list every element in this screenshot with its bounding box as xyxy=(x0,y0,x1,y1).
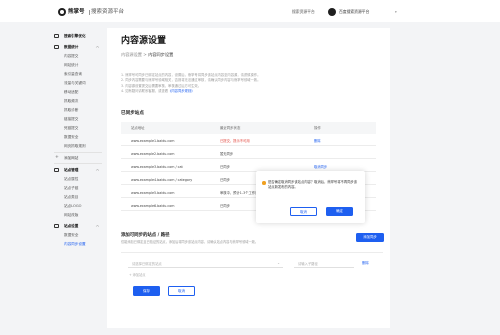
sidebar-item[interactable]: 流量与关键词 xyxy=(50,79,107,87)
sidebar-group-data[interactable]: 数据统计 ︿ xyxy=(50,43,107,51)
row-action-link[interactable]: 删除 xyxy=(314,139,321,143)
sidebar-item[interactable]: 移动适配 xyxy=(50,88,107,96)
breadcrumb: 内容源设置 > 内容同步设置 xyxy=(121,52,173,57)
cancel-sync-popover: 是否确定取消同步该站点内容？取消后，熊掌号将不再同步该站点新发布的内容。 取消 … xyxy=(256,171,365,223)
sync-status: 已同步 xyxy=(220,164,230,169)
sidebar-divider xyxy=(54,152,102,153)
rules-link[interactable]: 《内容同步规则》 xyxy=(168,89,194,93)
sidebar-group-settings[interactable]: 站点设置 ︿ xyxy=(50,222,107,230)
page: 熊掌号 搜索资源平台 搜索资源平台 百度搜索资源平台 ▾ 搜索引擎优化 数据统计… xyxy=(0,0,500,335)
popover-message: 是否确定取消同步该站点内容？取消后，熊掌号将不再同步该站点新发布的内容。 xyxy=(268,180,358,190)
site-url: www.example2.baidu.com xyxy=(131,151,175,156)
brand-name[interactable]: 熊掌号 xyxy=(68,9,85,16)
notice-list: 1. 熊掌号可同步已绑定站点的内容，设置后，熊掌号将同步该站点内容至内容源，请谨… xyxy=(121,73,371,95)
chevron-down-icon: ⌄ xyxy=(277,260,280,265)
sidebar-item[interactable]: 内容提交 xyxy=(50,52,107,60)
sync-status: 暂无同步 xyxy=(220,151,234,156)
table-row: www.example2.baidu.com 暂无同步 xyxy=(121,148,376,159)
chevron-down-icon[interactable]: ▾ xyxy=(395,10,397,14)
sidebar: 搜索引擎优化 数据统计 ︿ 内容提交 网站统计 索引量查询 流量与关键词 移动适… xyxy=(50,28,107,278)
site-select[interactable]: 请选择已绑定的站点 ⌄ xyxy=(128,259,283,268)
sidebar-group-site[interactable]: 站点管理 ︿ xyxy=(50,166,107,174)
chevron-up-icon[interactable]: ︿ xyxy=(96,44,99,48)
path-input[interactable]: 请输入子路径 xyxy=(294,259,354,268)
sidebar-item[interactable]: 站点LOGO xyxy=(50,202,107,210)
header-user-name[interactable]: 百度搜索资源平台 xyxy=(339,9,369,15)
avatar[interactable] xyxy=(328,8,336,16)
sidebar-group-seo[interactable]: 搜索引擎优化 xyxy=(50,32,107,40)
site-url: www.example1.baidu.com xyxy=(131,138,175,143)
notice-line: 4. 如有疑问请联系客服，或查看《内容同步规则》 xyxy=(121,89,195,94)
save-button[interactable]: 保存 xyxy=(133,286,160,296)
sync-status: 已同步 xyxy=(220,177,230,182)
sidebar-item[interactable]: 网站改版 xyxy=(50,211,107,219)
page-title: 内容源设置 xyxy=(121,36,167,46)
brand-divider xyxy=(88,9,90,15)
plus-icon: + xyxy=(55,155,59,160)
sync-status: 已同步 xyxy=(220,203,230,208)
logo-icon[interactable] xyxy=(58,8,66,16)
home-icon xyxy=(54,33,59,38)
sidebar-item-content-sync[interactable]: 内容同步设置 xyxy=(50,240,107,248)
site-url: www.example5.baidu.com xyxy=(131,190,175,195)
popover-confirm-button[interactable]: 确定 xyxy=(326,207,353,216)
sync-status: 审核中，预计1-3个工作日 xyxy=(220,190,259,195)
table-header: 站点地址 最近同步状态 操作 xyxy=(121,122,376,134)
synced-sites-title: 已同步站点 xyxy=(121,111,144,116)
site-url: www.example3.baidu.com / cat xyxy=(131,164,183,169)
sidebar-item[interactable]: 网页抓取规则 xyxy=(50,142,107,150)
breadcrumb-current: 内容同步设置 xyxy=(148,52,174,57)
column-header-action: 操作 xyxy=(314,126,321,130)
sync-status: 已提交，提示不可用 xyxy=(220,138,250,143)
sidebar-item[interactable]: 网站统计 xyxy=(50,61,107,69)
sidebar-item[interactable]: 抓取频次 xyxy=(50,97,107,105)
chart-icon xyxy=(54,44,59,49)
sidebar-item[interactable]: 站点子链 xyxy=(50,184,107,192)
path-input-placeholder: 请输入子路径 xyxy=(298,261,318,266)
site-select-placeholder: 请选择已绑定的站点 xyxy=(132,261,162,266)
sidebar-item[interactable]: 站点类目 xyxy=(50,193,107,201)
popover-cancel-button[interactable]: 取消 xyxy=(290,207,317,216)
site-url: www.example6.baidu.com xyxy=(131,203,175,208)
sidebar-item[interactable]: 抓取诊断 xyxy=(50,106,107,114)
header-platform-link[interactable]: 搜索资源平台 xyxy=(292,9,315,15)
gear-icon xyxy=(54,223,59,228)
cancel-sync-link[interactable]: 取消同步 xyxy=(314,165,327,169)
sidebar-item[interactable]: 数据安全 xyxy=(50,133,107,141)
section-divider xyxy=(121,252,383,253)
sidebar-item[interactable]: 索引量查询 xyxy=(50,70,107,78)
table-row: www.example1.baidu.com 已提交，提示不可用 删除 xyxy=(121,135,376,146)
add-sites-title: 添加可同步的站点 / 路径 xyxy=(121,233,170,238)
column-header-url: 站点地址 xyxy=(131,126,145,130)
sidebar-item[interactable]: 站点属性 xyxy=(50,175,107,183)
add-site-button[interactable]: + 添加网站 xyxy=(50,154,107,162)
site-url: www.example4.baidu.com / category xyxy=(131,177,193,182)
brand-subtitle: 搜索资源平台 xyxy=(91,9,125,15)
sidebar-item[interactable]: 数据安全 xyxy=(50,231,107,239)
sidebar-item[interactable]: 链接提交 xyxy=(50,115,107,123)
column-header-status: 最近同步状态 xyxy=(220,126,241,130)
breadcrumb-item[interactable]: 内容源设置 xyxy=(121,52,142,57)
site-icon xyxy=(54,167,59,172)
warning-icon xyxy=(262,181,266,185)
delete-row-link[interactable]: 删除 xyxy=(362,261,369,265)
add-sites-description: 仅能添加已绑定且已验证的站点，添加后将同步该站点内容，请确认站点内容与熊掌号领域… xyxy=(121,240,259,244)
sidebar-item[interactable]: 死链提交 xyxy=(50,124,107,132)
chevron-up-icon[interactable]: ︿ xyxy=(96,223,99,227)
cancel-button[interactable]: 取消 xyxy=(168,286,195,296)
sidebar-divider xyxy=(54,163,102,164)
add-sync-button[interactable]: 添加同步 xyxy=(356,233,384,242)
chevron-up-icon[interactable]: ︿ xyxy=(96,167,99,171)
add-site-row-link[interactable]: + 添加站点 xyxy=(129,273,145,277)
